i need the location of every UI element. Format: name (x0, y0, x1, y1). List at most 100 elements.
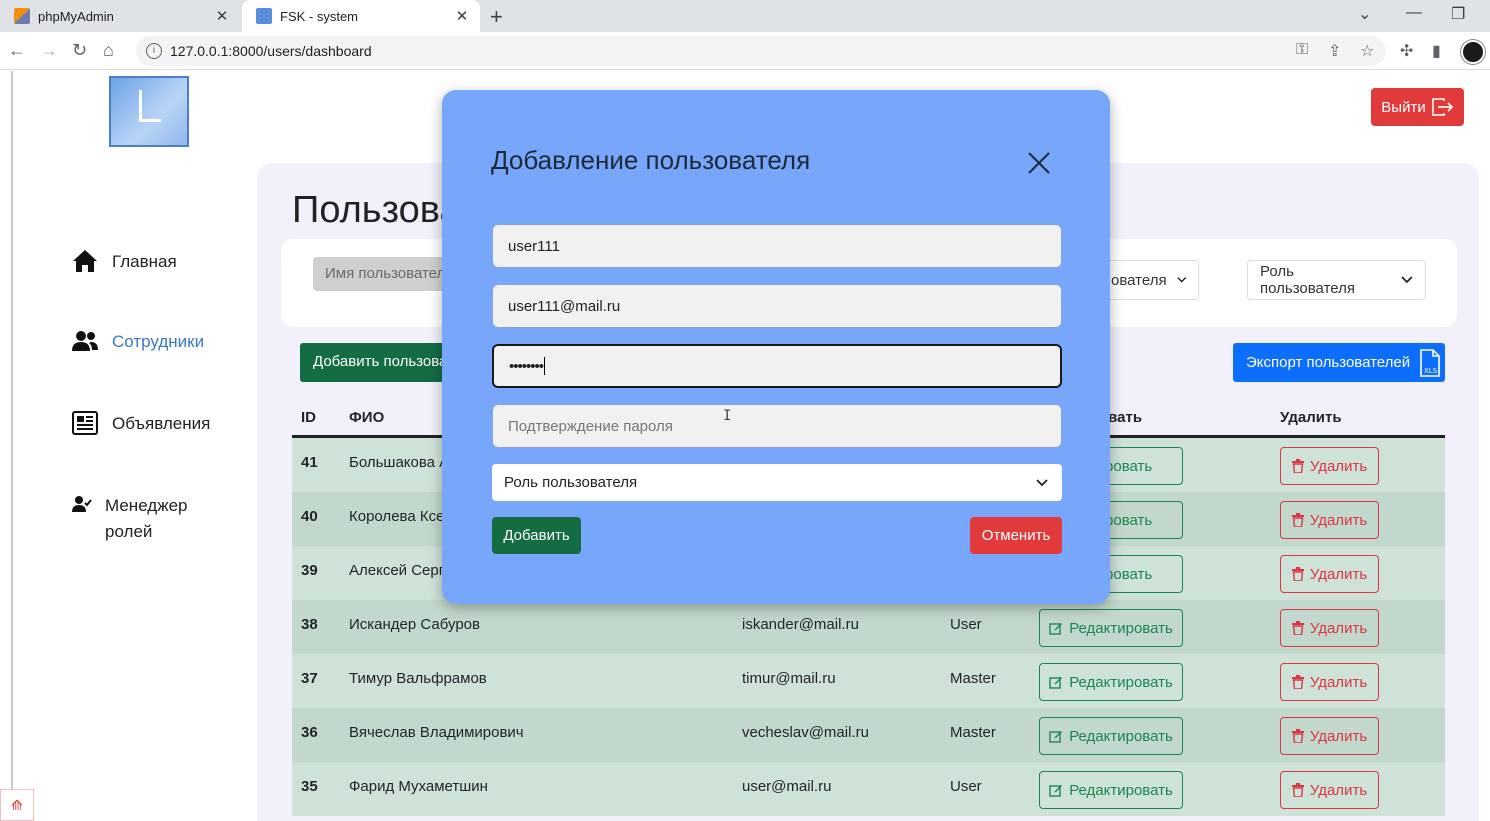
row-id: 35 (301, 778, 318, 795)
sidebar-item-employees[interactable]: Сотрудники (72, 330, 204, 352)
row-role: User (950, 778, 982, 795)
sidebar-item-home[interactable]: Главная (72, 249, 177, 273)
address-bar[interactable]: i 127.0.0.1:8000/users/dashboard (136, 36, 1386, 66)
reload-icon[interactable]: ↻ (72, 40, 87, 61)
role-select[interactable]: Роль пользователя (492, 464, 1062, 501)
row-email: vecheslav@mail.ru (742, 724, 869, 741)
chevron-down-icon (1401, 276, 1413, 284)
table-row: 37 Тимур Вальфрамов timur@mail.ru Master Ред… (292, 654, 1445, 708)
row-id: 37 (301, 670, 318, 687)
header-name: ФИО (349, 409, 385, 426)
row-name: Фарид Мухаметшин (349, 778, 488, 795)
forward-icon[interactable]: → (40, 40, 58, 61)
email-field[interactable]: user111@mail.ru (492, 284, 1062, 328)
delete-label: Удалить (1309, 673, 1368, 691)
edit-icon (1049, 785, 1063, 797)
row-id: 41 (301, 454, 318, 471)
row-id: 38 (301, 616, 318, 633)
trash-icon (1291, 513, 1304, 527)
page-title: Пользова (292, 189, 461, 231)
browser-tab-phpmyadmin[interactable]: phpMyAdmin ✕ (0, 0, 240, 32)
close-icon[interactable] (1026, 150, 1052, 176)
side-panel-icon[interactable]: ▮ (1432, 41, 1441, 61)
filter-select-label: ователя (1111, 271, 1167, 289)
trash-icon (1291, 729, 1304, 743)
delete-button[interactable]: Удалить (1280, 663, 1379, 701)
tab-search-icon[interactable]: ⌄ (1358, 4, 1371, 24)
profile-avatar[interactable] (1461, 40, 1485, 64)
home-icon (73, 250, 97, 272)
key-icon[interactable]: ⚿ (1296, 41, 1308, 59)
delete-button[interactable]: Удалить (1280, 447, 1379, 485)
username-field[interactable]: user111 (492, 224, 1062, 268)
edit-icon (1049, 623, 1063, 635)
extensions-icon[interactable]: ✣ (1400, 41, 1413, 61)
delete-label: Удалить (1309, 511, 1368, 529)
sidebar-item-announcements[interactable]: Объявления (72, 411, 210, 435)
home-button-icon[interactable]: ⌂ (103, 40, 114, 61)
table-row: 38 Искандер Сабуров iskander@mail.ru User Ре… (292, 600, 1445, 654)
tab-title: FSK - system (280, 8, 359, 24)
password-field[interactable]: •••••••• (492, 344, 1062, 388)
site-info-icon[interactable]: i (146, 43, 162, 59)
cancel-button[interactable]: Отменить (970, 517, 1062, 554)
confirm-password-field[interactable]: Подтверждение пароля (492, 404, 1062, 448)
phpmyadmin-favicon-icon (14, 8, 30, 24)
row-name: Тимур Вальфрамов (349, 670, 487, 687)
row-name: Большакова А (349, 454, 450, 471)
sidebar-item-label: ролей (105, 522, 153, 541)
edit-button[interactable]: Редактировать (1039, 609, 1183, 647)
close-tab-icon[interactable]: ✕ (452, 7, 472, 25)
edit-button[interactable]: Редактировать (1039, 663, 1183, 701)
role-filter-label: Роль пользователя (1260, 263, 1355, 297)
edit-label: Редактировать (1069, 673, 1173, 691)
site-logo[interactable] (109, 76, 189, 147)
close-tab-icon[interactable]: ✕ (212, 7, 232, 25)
edit-button[interactable]: Редактировать (1039, 717, 1183, 755)
delete-button[interactable]: Удалить (1280, 501, 1379, 539)
email-value: user111@mail.ru (508, 297, 621, 315)
delete-label: Удалить (1309, 565, 1368, 583)
delete-button[interactable]: Удалить (1280, 717, 1379, 755)
filter-select[interactable]: ователя (1098, 260, 1199, 300)
trash-icon (1291, 783, 1304, 797)
delete-button[interactable]: Удалить (1280, 555, 1379, 593)
delete-label: Удалить (1309, 619, 1368, 637)
laravel-debug-icon[interactable]: ⟰ (0, 789, 34, 821)
trash-icon (1291, 459, 1304, 473)
name-filter-input[interactable]: Имя пользовател (313, 257, 463, 291)
edit-label: Редактировать (1069, 727, 1173, 745)
maximize-icon[interactable]: ❐ (1451, 4, 1465, 24)
add-button[interactable]: Добавить (492, 517, 581, 554)
sidebar-item-role-manager[interactable]: Менеджер ролей (72, 493, 187, 545)
users-icon (72, 331, 98, 351)
row-role: User (950, 616, 982, 633)
logout-icon (1431, 98, 1453, 116)
minimize-icon[interactable]: — (1406, 4, 1422, 22)
row-name: Королева Ксе (349, 508, 445, 525)
role-select-label: Роль пользователя (504, 474, 638, 491)
back-icon[interactable]: ← (8, 40, 26, 61)
row-role: Master (950, 724, 996, 741)
export-users-button[interactable]: Экспорт пользователей XLS (1233, 343, 1445, 382)
delete-button[interactable]: Удалить (1280, 609, 1379, 647)
tab-title: phpMyAdmin (38, 8, 114, 24)
share-icon[interactable]: ⇪ (1328, 41, 1341, 61)
edit-button[interactable]: Редактировать (1039, 771, 1183, 809)
add-user-modal: Добавление пользователя user111 user111@… (442, 90, 1110, 604)
fsk-favicon-icon (256, 8, 272, 24)
sidebar-item-label: Менеджер (105, 496, 188, 515)
role-filter-select[interactable]: Роль пользователя (1247, 260, 1426, 300)
logout-button[interactable]: Выйти (1371, 88, 1464, 126)
bookmark-star-icon[interactable]: ☆ (1360, 41, 1374, 61)
new-tab-icon[interactable]: + (490, 4, 503, 30)
trash-icon (1291, 675, 1304, 689)
add-user-button[interactable]: Добавить пользова (300, 343, 460, 382)
newspaper-icon (72, 411, 98, 435)
row-id: 36 (301, 724, 318, 741)
row-role: Master (950, 670, 996, 687)
browser-tab-fsk-system[interactable]: FSK - system ✕ (242, 0, 480, 32)
delete-button[interactable]: Удалить (1280, 771, 1379, 809)
row-email: timur@mail.ru (742, 670, 836, 687)
sidebar-item-label: Объявления (112, 414, 211, 433)
